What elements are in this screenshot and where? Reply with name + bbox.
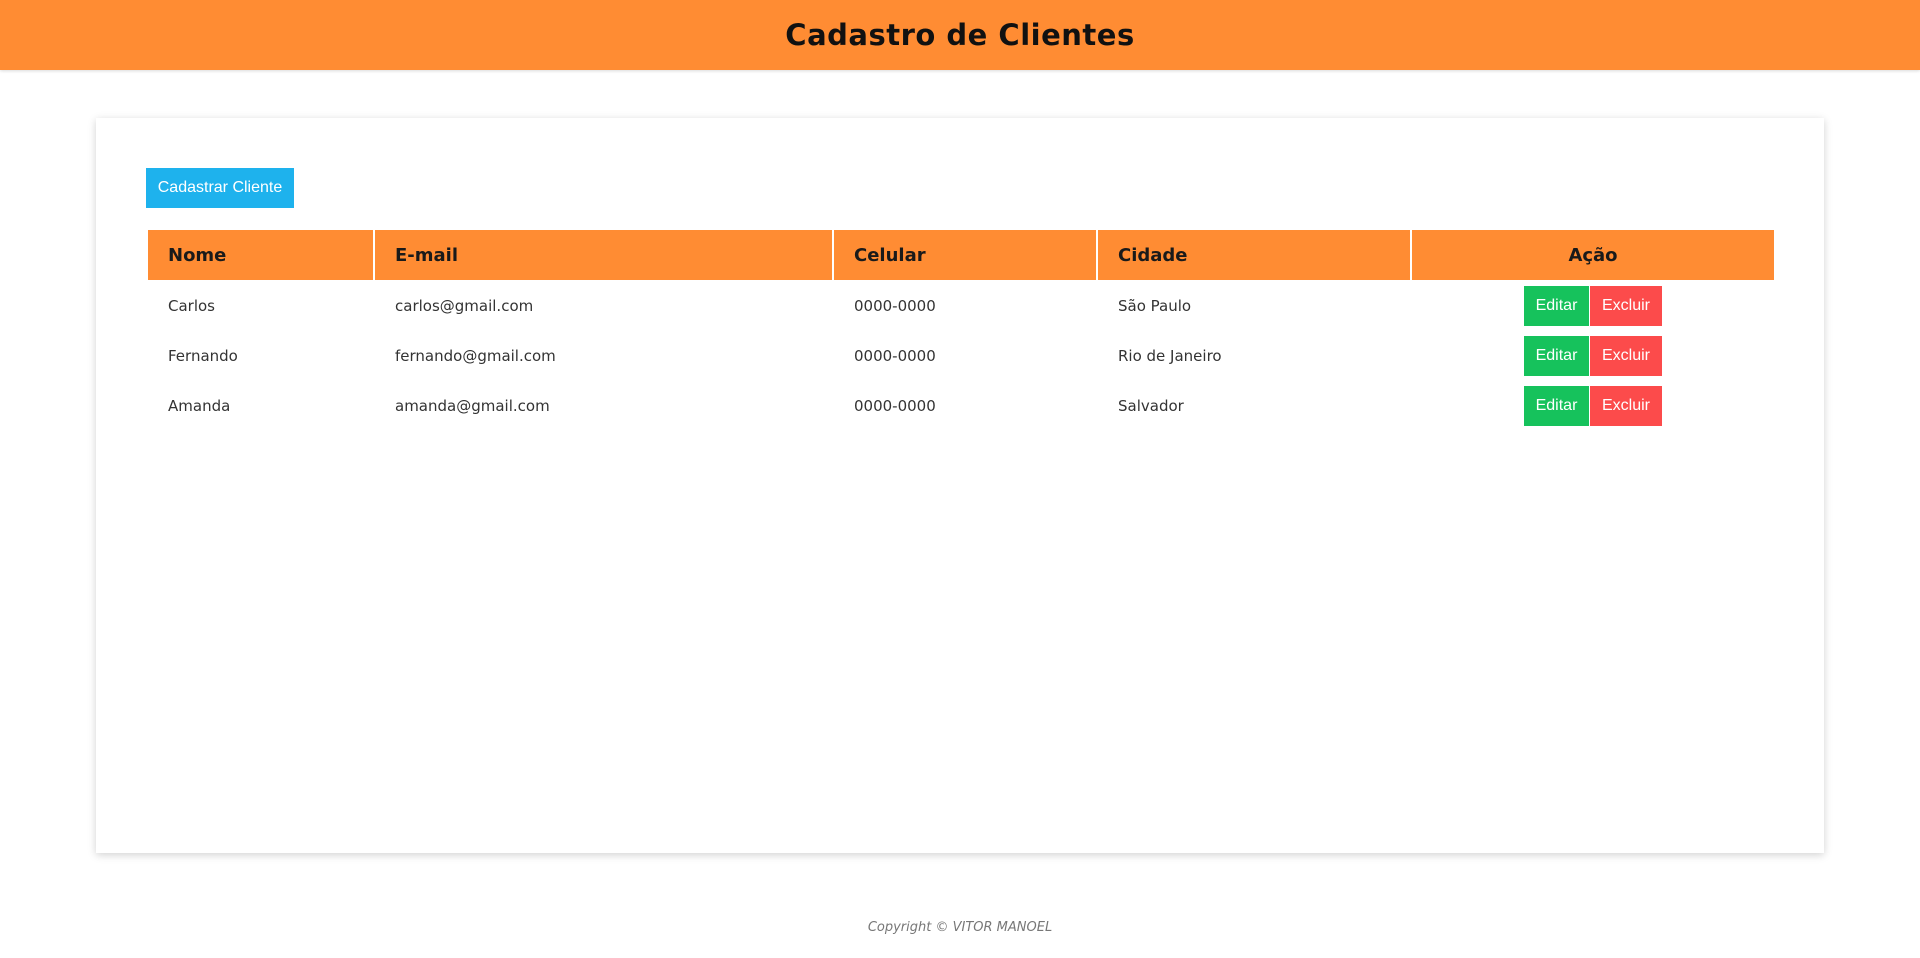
cell-celular: 0000-0000 — [854, 397, 936, 415]
edit-button[interactable]: Editar — [1524, 286, 1589, 326]
table-row: Carlos carlos@gmail.com 0000-0000 São Pa… — [148, 282, 1774, 330]
cell-nome: Fernando — [168, 347, 238, 365]
edit-button[interactable]: Editar — [1524, 336, 1589, 376]
column-header-email: E-mail — [375, 230, 832, 280]
copyright-text: Copyright © VITOR MANOEL — [867, 920, 1053, 935]
cell-acao: Editar Excluir — [1412, 332, 1774, 380]
clients-table: Nome E-mail Celular Cidade Ação Carlos c… — [146, 228, 1776, 432]
cell-email: carlos@gmail.com — [395, 297, 534, 315]
page-footer: Copyright © VITOR MANOEL — [0, 920, 1920, 935]
cell-cidade: Salvador — [1118, 397, 1184, 415]
cell-acao: Editar Excluir — [1412, 282, 1774, 330]
cell-nome: Carlos — [168, 297, 215, 315]
cell-celular: 0000-0000 — [854, 347, 936, 365]
column-header-acao: Ação — [1412, 230, 1774, 280]
column-header-cidade: Cidade — [1098, 230, 1410, 280]
cell-email: amanda@gmail.com — [395, 397, 550, 415]
cell-cidade: São Paulo — [1118, 297, 1192, 315]
page-title: Cadastro de Clientes — [785, 18, 1135, 52]
cell-cidade: Rio de Janeiro — [1118, 347, 1222, 365]
cell-email: fernando@gmail.com — [395, 347, 556, 365]
column-header-celular: Celular — [834, 230, 1096, 280]
cell-acao: Editar Excluir — [1412, 382, 1774, 430]
delete-button[interactable]: Excluir — [1590, 386, 1662, 426]
edit-button[interactable]: Editar — [1524, 386, 1589, 426]
table-header-row: Nome E-mail Celular Cidade Ação — [148, 230, 1774, 280]
add-client-button[interactable]: Cadastrar Cliente — [146, 168, 294, 208]
delete-button[interactable]: Excluir — [1590, 336, 1662, 376]
clients-card: Cadastrar Cliente Nome E-mail Celular Ci… — [96, 118, 1824, 853]
delete-button[interactable]: Excluir — [1590, 286, 1662, 326]
cell-celular: 0000-0000 — [854, 297, 936, 315]
column-header-nome: Nome — [148, 230, 373, 280]
table-row: Amanda amanda@gmail.com 0000-0000 Salvad… — [148, 382, 1774, 430]
cell-nome: Amanda — [168, 397, 231, 415]
page-header: Cadastro de Clientes — [0, 0, 1920, 70]
table-row: Fernando fernando@gmail.com 0000-0000 Ri… — [148, 332, 1774, 380]
